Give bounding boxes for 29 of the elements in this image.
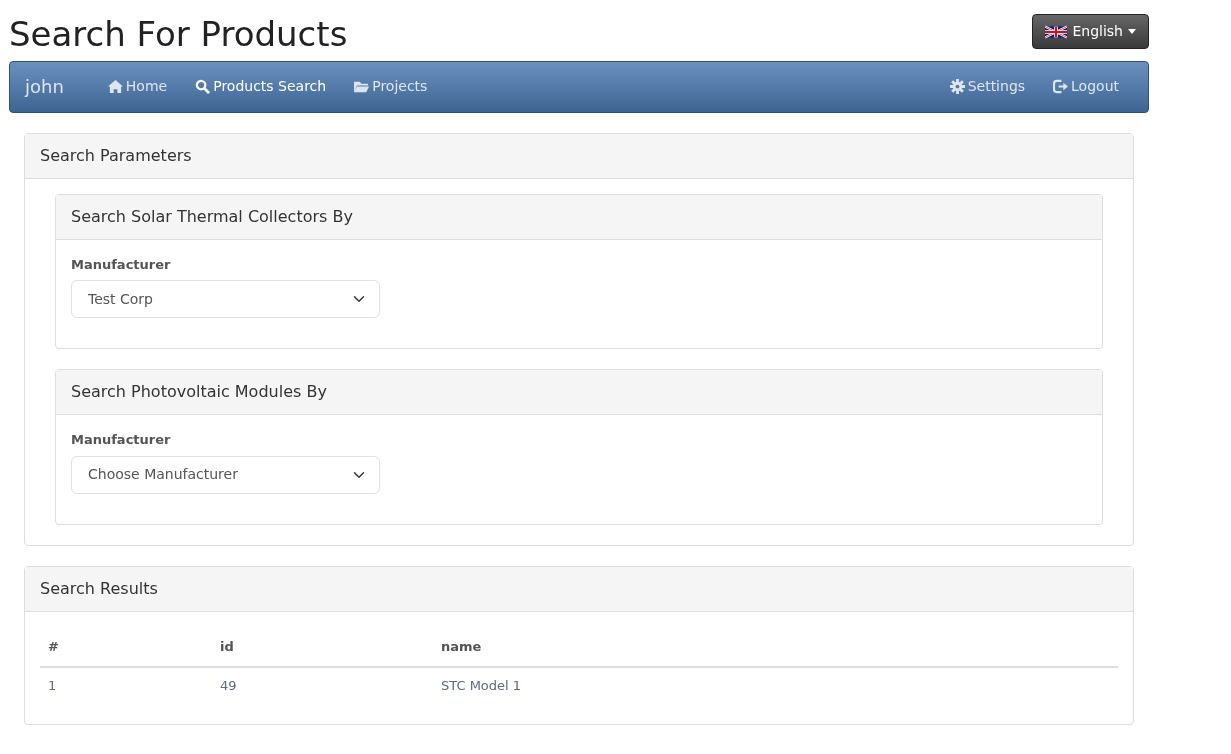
page-title: Search For Products: [9, 14, 348, 55]
panel-heading: Search Photovoltaic Modules By: [56, 370, 1102, 416]
panel-heading: Search Parameters: [25, 133, 1133, 179]
home-icon: [107, 79, 123, 95]
table-cell: STC Model 1: [433, 667, 1118, 704]
nav-link[interactable]: Logout: [1039, 76, 1133, 98]
nav-link[interactable]: Home: [93, 76, 182, 98]
nav-link[interactable]: Projects: [340, 76, 442, 98]
panel-heading: Search Results: [25, 566, 1133, 612]
caret-icon: [1128, 29, 1136, 34]
language-dropdown[interactable]: English: [1032, 14, 1149, 49]
table-cell: 49: [212, 667, 433, 704]
nav-link[interactable]: Products Search: [181, 76, 341, 98]
brand-text: john: [25, 75, 64, 100]
column-header: #: [40, 626, 212, 668]
settings-icon: [949, 79, 965, 95]
folder-icon: [354, 79, 370, 95]
field-label: Manufacturer: [71, 431, 172, 450]
panel-heading: Search Solar Thermal Collectors By: [56, 194, 1102, 240]
nav-link[interactable]: Settings: [935, 76, 1040, 98]
column-header: id: [212, 626, 433, 668]
table-cell: 1: [40, 667, 212, 704]
search-icon: [195, 79, 211, 95]
manufacturer-select[interactable]: Choose Manufacturer: [71, 455, 380, 494]
column-header: name: [433, 626, 1118, 668]
manufacturer-select[interactable]: Test Corp: [71, 280, 380, 319]
field-label: Manufacturer: [71, 255, 172, 274]
flag-icon: [1045, 24, 1068, 39]
logout-icon: [1053, 79, 1069, 95]
